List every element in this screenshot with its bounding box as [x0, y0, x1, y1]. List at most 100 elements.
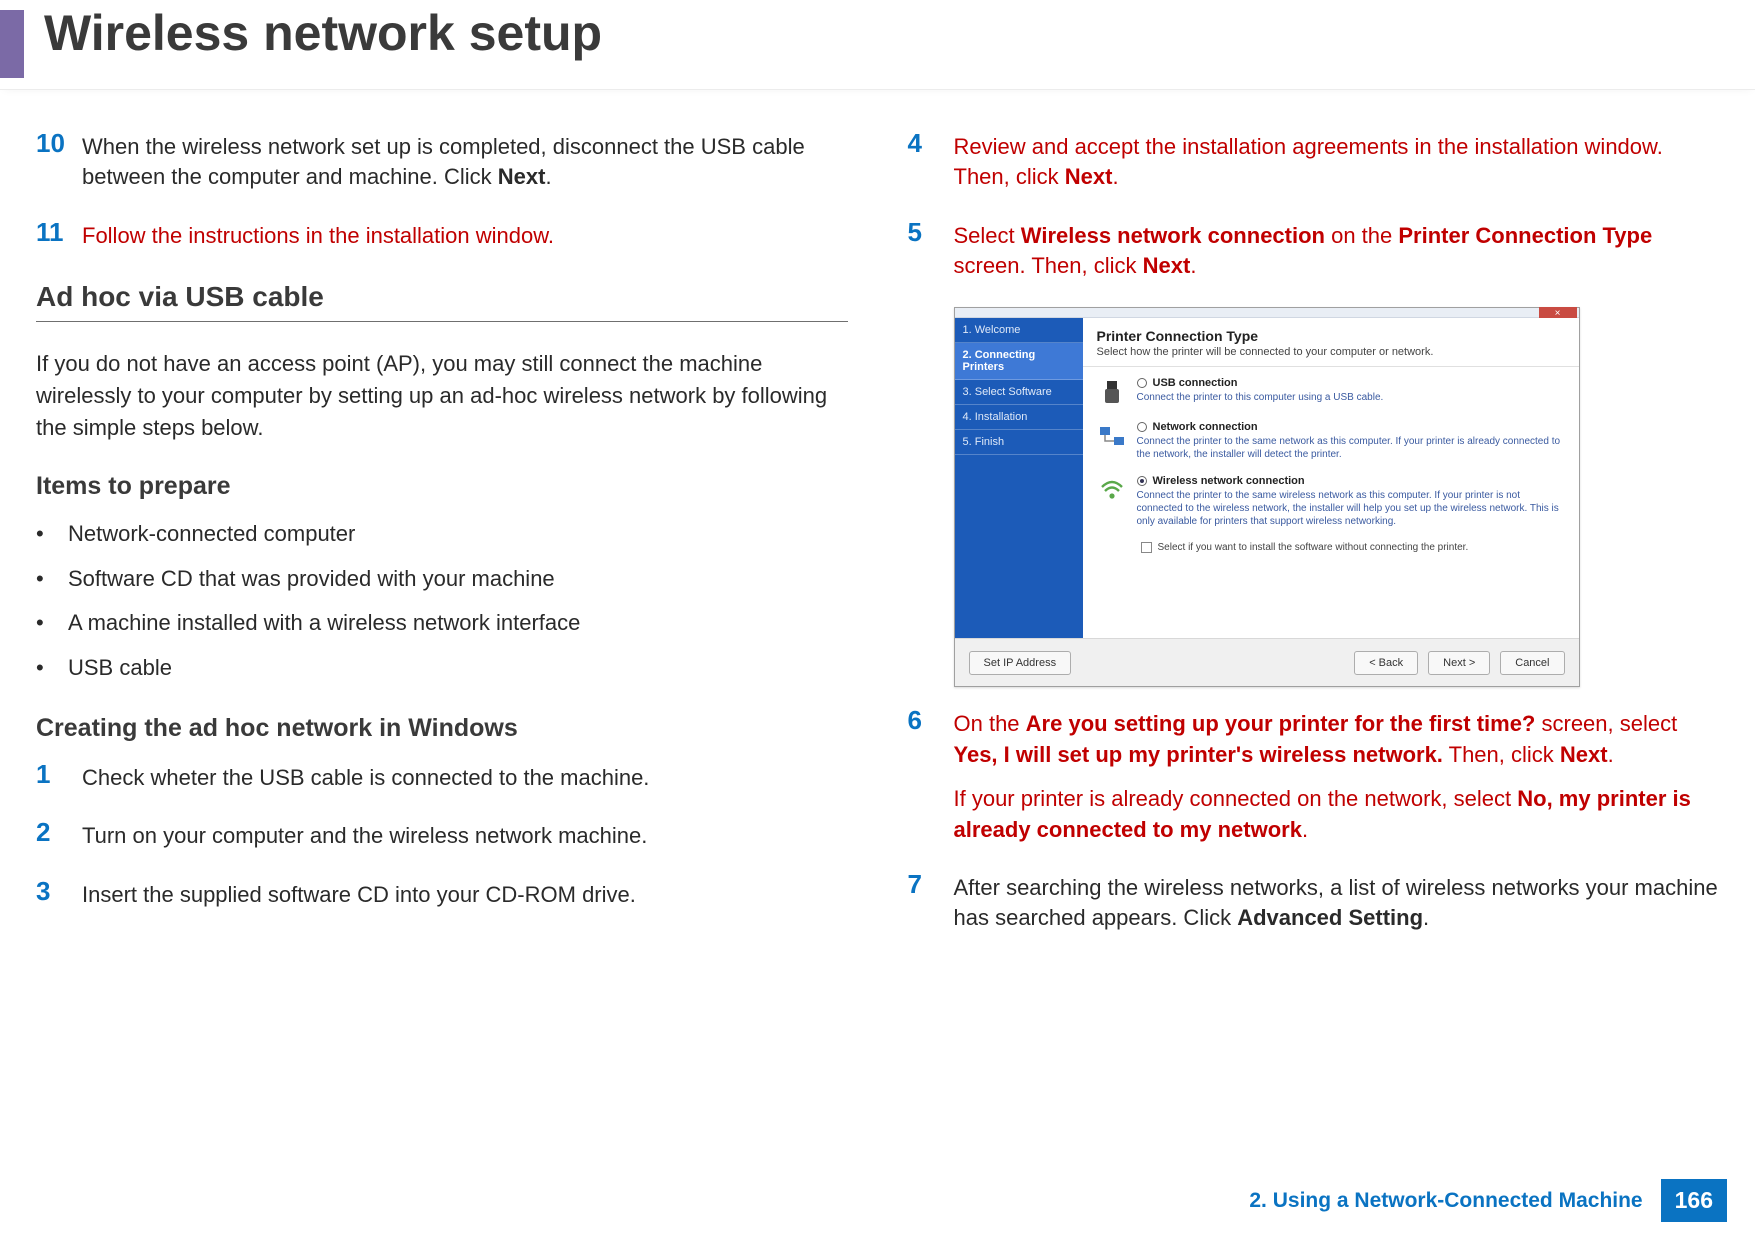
bullet-item: •USB cable	[36, 653, 848, 684]
bold: Next	[1065, 164, 1113, 189]
page-header: Wireless network setup	[0, 0, 1755, 90]
bullet-dot: •	[36, 519, 68, 550]
sidebar-step-finish[interactable]: 5. Finish	[955, 430, 1083, 455]
step-number: 11	[36, 219, 82, 246]
radio-network[interactable]	[1137, 422, 1147, 432]
section-heading-adhoc: Ad hoc via USB cable	[36, 281, 848, 322]
option-desc: Connect the printer to this computer usi…	[1137, 389, 1565, 404]
cancel-button[interactable]: Cancel	[1500, 651, 1564, 675]
text: If your printer is already connected on …	[954, 786, 1518, 811]
text: .	[1190, 253, 1196, 278]
text: .	[1112, 164, 1118, 189]
sidebar-step-connecting[interactable]: 2. Connecting Printers	[955, 343, 1083, 380]
dialog-heading: Printer Connection Type	[1083, 318, 1579, 346]
dialog-main: Printer Connection Type Select how the p…	[1083, 318, 1579, 638]
network-icon	[1097, 421, 1127, 451]
step-number: 1	[36, 761, 82, 788]
install-without-connect-row[interactable]: Select if you want to install the softwa…	[1083, 532, 1579, 553]
step-body: Insert the supplied software CD into you…	[82, 878, 636, 910]
step-body: Turn on your computer and the wireless n…	[82, 819, 647, 851]
checkbox[interactable]	[1141, 542, 1152, 553]
step-number: 7	[908, 871, 954, 898]
bold: Next	[1560, 742, 1608, 767]
set-ip-button[interactable]: Set IP Address	[969, 651, 1072, 675]
bullet-item: •Network-connected computer	[36, 519, 848, 550]
bullet-dot: •	[36, 653, 68, 684]
text: On the	[954, 711, 1026, 736]
option-text: USB connection Connect the printer to th…	[1137, 377, 1565, 404]
text: .	[1302, 817, 1308, 842]
intro-paragraph: If you do not have an access point (AP),…	[36, 348, 848, 444]
next-button[interactable]: Next >	[1428, 651, 1490, 675]
step-body: Select Wireless network connection on th…	[954, 219, 1720, 282]
bold: Yes, I will set up my printer's wireless…	[954, 742, 1443, 767]
step-6: 6 On the Are you setting up your printer…	[908, 707, 1720, 844]
dialog-sidebar: 1. Welcome 2. Connecting Printers 3. Sel…	[955, 318, 1083, 638]
step-body: Follow the instructions in the installat…	[82, 219, 554, 251]
option-wireless[interactable]: Wireless network connection Connect the …	[1083, 465, 1579, 532]
text: .	[545, 164, 551, 189]
sidebar-step-install[interactable]: 4. Installation	[955, 405, 1083, 430]
option-desc: Connect the printer to the same wireless…	[1137, 487, 1565, 528]
sidebar-step-welcome[interactable]: 1. Welcome	[955, 318, 1083, 343]
paragraph-2: If your printer is already connected on …	[954, 784, 1720, 845]
button-label: Next >	[1443, 657, 1475, 669]
bullet-item: •A machine installed with a wireless net…	[36, 608, 848, 639]
back-button[interactable]: < Back	[1354, 651, 1418, 675]
subhead-items: Items to prepare	[36, 472, 848, 501]
radio-wireless[interactable]	[1137, 476, 1147, 486]
bold: Are you setting up your printer for the …	[1026, 711, 1536, 736]
step-number: 6	[908, 707, 954, 734]
footer-chapter: 2. Using a Network-Connected Machine	[1249, 1189, 1642, 1213]
option-title: Network connection	[1153, 421, 1258, 433]
page-number: 166	[1661, 1179, 1727, 1222]
step-1: 1 Check wheter the USB cable is connecte…	[36, 761, 848, 793]
option-title: Wireless network connection	[1153, 475, 1305, 487]
step-number: 3	[36, 878, 82, 905]
wifi-icon	[1097, 475, 1127, 505]
option-usb[interactable]: USB connection Connect the printer to th…	[1083, 367, 1579, 411]
bold: Wireless network connection	[1021, 223, 1325, 248]
checkbox-label: Select if you want to install the softwa…	[1158, 542, 1469, 553]
paragraph-1: On the Are you setting up your printer f…	[954, 709, 1720, 770]
text: Select	[954, 223, 1021, 248]
step-10: 10 When the wireless network set up is c…	[36, 130, 848, 193]
button-label: < Back	[1369, 657, 1403, 669]
text: .	[1423, 905, 1429, 930]
step-7: 7 After searching the wireless networks,…	[908, 871, 1720, 934]
left-column: 10 When the wireless network set up is c…	[36, 130, 848, 960]
step-number: 5	[908, 219, 954, 246]
option-desc: Connect the printer to the same network …	[1137, 433, 1565, 461]
bullet-item: •Software CD that was provided with your…	[36, 564, 848, 595]
step-5: 5 Select Wireless network connection on …	[908, 219, 1720, 282]
bold: Printer Connection Type	[1398, 223, 1652, 248]
dialog-footer: Set IP Address < Back Next > Cancel	[955, 638, 1579, 686]
step-4: 4 Review and accept the installation agr…	[908, 130, 1720, 193]
content-columns: 10 When the wireless network set up is c…	[0, 90, 1755, 960]
bold: Advanced Setting	[1237, 905, 1423, 930]
text: .	[1608, 742, 1614, 767]
bullet-text: Network-connected computer	[68, 519, 355, 550]
dialog-titlebar: ×	[955, 308, 1579, 318]
radio-usb[interactable]	[1137, 378, 1147, 388]
text: screen, select	[1535, 711, 1677, 736]
step-11: 11 Follow the instructions in the instal…	[36, 219, 848, 251]
option-text: Network connection Connect the printer t…	[1137, 421, 1565, 461]
step-number: 10	[36, 130, 82, 157]
sidebar-step-software[interactable]: 3. Select Software	[955, 380, 1083, 405]
dialog-sub: Select how the printer will be connected…	[1083, 346, 1579, 367]
step-number: 4	[908, 130, 954, 157]
bullet-text: A machine installed with a wireless netw…	[68, 608, 580, 639]
page-title: Wireless network setup	[44, 4, 602, 62]
step-3: 3 Insert the supplied software CD into y…	[36, 878, 848, 910]
step-body: Review and accept the installation agree…	[954, 130, 1720, 193]
text: Review and accept the installation agree…	[954, 134, 1663, 189]
step-body: Check wheter the USB cable is connected …	[82, 761, 649, 793]
bold: Next	[1143, 253, 1191, 278]
text: Then, click	[1443, 742, 1560, 767]
usb-icon	[1097, 377, 1127, 407]
option-network[interactable]: Network connection Connect the printer t…	[1083, 411, 1579, 465]
subhead-create: Creating the ad hoc network in Windows	[36, 714, 848, 743]
header-tab-accent	[0, 10, 24, 78]
step-body: After searching the wireless networks, a…	[954, 871, 1720, 934]
